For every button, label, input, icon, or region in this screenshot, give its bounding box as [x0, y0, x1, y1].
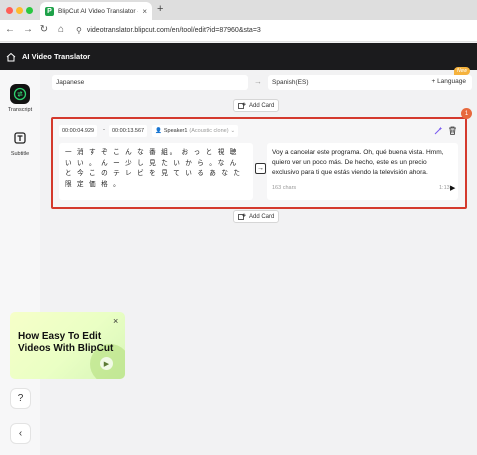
- tab-close-icon[interactable]: ×: [142, 7, 147, 16]
- add-language-button[interactable]: + Language: [431, 78, 466, 85]
- window-close-dot[interactable]: [6, 7, 13, 14]
- tab-title: BlipCut AI Video Translator - V: [58, 7, 139, 15]
- arrow-right-icon: →: [254, 77, 262, 86]
- transcript-icon: [10, 84, 30, 104]
- close-icon[interactable]: ×: [113, 316, 118, 326]
- back-arrow-icon[interactable]: ←: [4, 24, 16, 35]
- source-text-box[interactable]: 一 消 す ぞ こ ん な 番 組。 お っ と 視 聴 い い 。 ん ー 少…: [59, 143, 253, 200]
- speaker-select[interactable]: 👤 Speaker1 (Acoustic clone) ⌄: [152, 125, 239, 137]
- site-settings-icon[interactable]: ⚲: [76, 26, 82, 35]
- promo-title: How Easy To Edit Videos With BlipCut: [18, 331, 113, 355]
- sidebar-item-label: Subtitle: [10, 151, 30, 157]
- start-time-field[interactable]: 00:00:04.929: [59, 125, 98, 137]
- add-card-label: Add Card: [249, 213, 275, 220]
- new-tab-button[interactable]: +: [157, 3, 163, 15]
- speaker-name: Speaker1: [163, 128, 188, 134]
- window-zoom-dot[interactable]: [26, 7, 33, 14]
- play-icon[interactable]: ▶: [450, 184, 455, 192]
- translated-text-box[interactable]: Voy a cancelar este programa. Oh, qué bu…: [267, 143, 458, 200]
- window-minimize-dot[interactable]: [16, 7, 23, 14]
- collapse-sidebar-button[interactable]: ‹: [10, 423, 31, 444]
- target-language-label: Spanish(ES): [272, 79, 309, 86]
- speaker-note: (Acoustic clone): [189, 128, 229, 134]
- add-card-icon: [238, 213, 246, 220]
- main-content: Japanese → Spanish(ES) + Language New Ad…: [40, 67, 477, 455]
- play-icon[interactable]: ▶: [100, 357, 113, 370]
- sidebar-item-subtitle[interactable]: Subtitle: [0, 128, 40, 157]
- promo-title-line: Videos With BlipCut: [18, 343, 114, 354]
- trash-icon[interactable]: [447, 125, 457, 135]
- app-title: AI Video Translator: [22, 52, 91, 61]
- home-icon[interactable]: [6, 52, 16, 62]
- transcript-card[interactable]: 1 00:00:04.929 - 00:00:13.567 👤 Speaker1…: [51, 108, 472, 209]
- browser-tab[interactable]: P BlipCut AI Video Translator - V ×: [40, 2, 152, 20]
- magic-wand-icon[interactable]: [433, 125, 443, 135]
- browser-tab-bar: P BlipCut AI Video Translator - V × +: [0, 0, 477, 20]
- arrow-right-icon: →: [257, 165, 264, 172]
- left-sidebar: Transcript Subtitle ? ‹: [0, 70, 40, 455]
- add-card-button[interactable]: Add Card: [233, 99, 280, 112]
- add-card-button[interactable]: Add Card: [233, 210, 280, 223]
- promo-title-line: How Easy To Edit: [18, 331, 102, 342]
- url-text: videotranslator.blipcut.com/en/tool/edit…: [86, 27, 261, 34]
- blipcut-favicon-icon: P: [45, 6, 54, 16]
- speaker-user-icon: 👤: [155, 128, 162, 134]
- char-count: 163 chars: [272, 185, 297, 191]
- help-button[interactable]: ?: [10, 388, 31, 409]
- forward-arrow-icon[interactable]: →: [22, 24, 34, 35]
- language-row: Japanese → Spanish(ES) + Language New: [52, 67, 472, 90]
- sidebar-item-label: Transcript: [7, 107, 33, 113]
- chevron-down-icon: ⌄: [230, 128, 236, 134]
- target-language-select[interactable]: Spanish(ES) + Language New: [268, 67, 472, 90]
- subtitle-icon: [10, 128, 30, 148]
- reload-icon[interactable]: ↻: [38, 24, 50, 35]
- browser-toolbar: ← → ↻ ⌂ ⚲ videotranslator.blipcut.com/en…: [0, 20, 477, 42]
- add-card-label: Add Card: [249, 102, 275, 109]
- source-language-select[interactable]: Japanese: [52, 75, 248, 90]
- end-time-field[interactable]: 00:00:13.567: [109, 125, 148, 137]
- sidebar-item-transcript[interactable]: Transcript: [0, 84, 40, 113]
- address-bar[interactable]: ⚲ videotranslator.blipcut.com/en/tool/ed…: [64, 23, 474, 38]
- app-header: AI Video Translator: [0, 43, 477, 70]
- promo-video-card[interactable]: How Easy To Edit Videos With BlipCut × ▶: [10, 312, 125, 379]
- time-separator: -: [103, 127, 105, 133]
- translate-arrow-button[interactable]: →: [255, 163, 266, 174]
- new-badge: New: [453, 67, 470, 75]
- add-card-icon: [238, 102, 246, 109]
- card-number-badge: 1: [461, 108, 472, 119]
